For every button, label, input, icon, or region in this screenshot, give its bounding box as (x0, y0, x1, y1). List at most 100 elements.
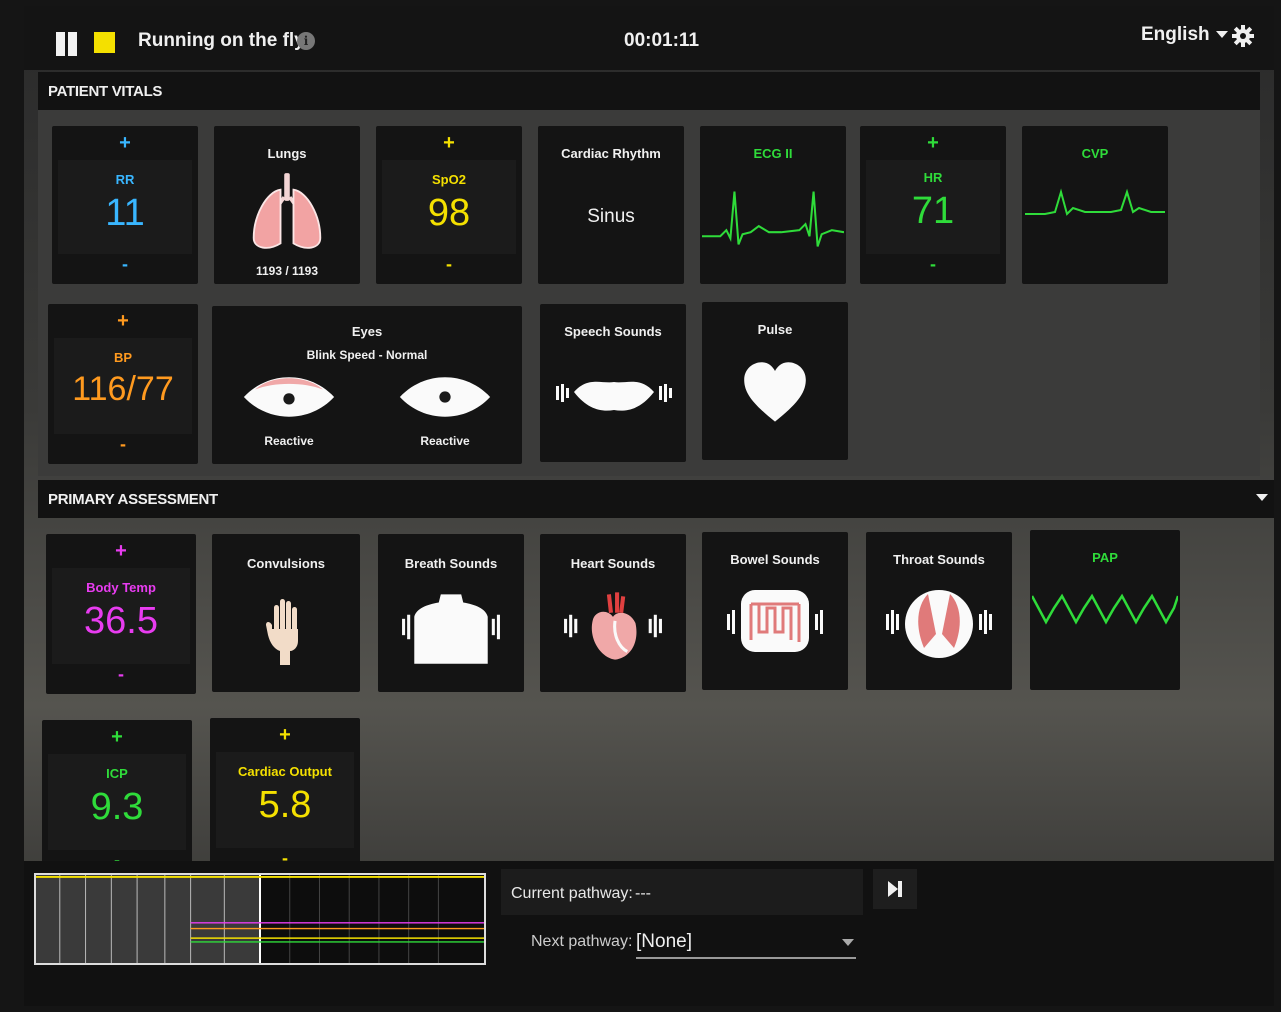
skip-icon (888, 881, 902, 897)
bowel-icon (727, 590, 823, 652)
body-temp-decrease-button[interactable]: - (46, 664, 196, 685)
rr-decrease-button[interactable]: - (52, 254, 198, 275)
ecg-label: ECG II (753, 146, 793, 161)
hr-value: 71 (911, 190, 955, 232)
hr-label: HR (923, 170, 943, 185)
cardiac-rhythm-value: Sinus (587, 206, 635, 227)
primary-assessment-header[interactable]: PRIMARY ASSESSMENT (38, 480, 1274, 518)
heart-icon (744, 362, 806, 422)
heart-sounds-icon (564, 592, 662, 660)
chevron-down-icon[interactable] (1256, 494, 1268, 501)
lungs-label: Lungs (267, 146, 307, 161)
bp-tile[interactable]: + BP 116/77 - (48, 304, 198, 464)
bowel-sounds-label: Bowel Sounds (730, 552, 820, 567)
stop-icon[interactable] (94, 32, 115, 53)
heart-sounds-label: Heart Sounds (570, 556, 656, 571)
throat-sounds-label: Throat Sounds (893, 552, 985, 567)
skip-button[interactable] (873, 869, 917, 909)
heart-sounds-tile[interactable]: Heart Sounds (540, 534, 686, 692)
hand-icon (266, 599, 298, 665)
breath-sounds-label: Breath Sounds (404, 556, 498, 571)
eyes-tile[interactable]: Eyes Blink Speed - Normal Reactive React… (212, 306, 522, 464)
rr-value: 11 (105, 192, 145, 234)
bowel-sounds-tile[interactable]: Bowel Sounds (702, 532, 848, 690)
caret-down-icon (842, 939, 854, 946)
hr-decrease-button[interactable]: - (860, 254, 1006, 275)
ecg-tile[interactable]: ECG II (700, 126, 846, 284)
cardiac-output-label: Cardiac Output (238, 764, 332, 779)
gear-icon[interactable] (1231, 24, 1255, 48)
pulse-label: Pulse (757, 322, 793, 337)
pulse-tile[interactable]: Pulse (702, 302, 848, 460)
throat-sounds-tile[interactable]: Throat Sounds (866, 532, 1012, 690)
convulsions-tile[interactable]: Convulsions (212, 534, 360, 692)
bottom-bar: Current pathway: --- Next pathway: [None… (24, 861, 1274, 1006)
spo2-label: SpO2 (432, 172, 466, 187)
rr-label: RR (115, 172, 135, 187)
eyes-label: Eyes (351, 324, 383, 339)
pap-waveform (1032, 593, 1178, 625)
cardiac-output-value: 5.8 (258, 784, 312, 826)
pause-icon[interactable] (56, 32, 78, 56)
torso-icon (402, 594, 500, 664)
cardiac-rhythm-label: Cardiac Rhythm (561, 146, 661, 161)
cardiac-output-increase-button[interactable]: + (210, 724, 360, 747)
monitor-screen: Running on the fly i 00:01:11 English PA… (24, 6, 1274, 1006)
pap-tile[interactable]: PAP (1030, 530, 1180, 690)
bp-label: BP (113, 350, 133, 365)
body-temp-label: Body Temp (86, 580, 156, 595)
eye-icon (399, 377, 491, 417)
spo2-decrease-button[interactable]: - (376, 254, 522, 275)
info-icon[interactable]: i (297, 32, 315, 50)
icp-value: 9.3 (90, 786, 144, 828)
lungs-icon (252, 173, 322, 249)
cvp-tile[interactable]: CVP (1022, 126, 1168, 284)
next-pathway-value: [None] (636, 931, 692, 952)
blink-speed: Blink Speed - Normal (306, 348, 428, 362)
panel-title: PATIENT VITALS (48, 83, 163, 100)
convulsions-label: Convulsions (246, 556, 325, 571)
cardiac-rhythm-tile[interactable]: Cardiac Rhythm Sinus (538, 126, 684, 284)
body-temp-increase-button[interactable]: + (46, 540, 196, 563)
ecg-waveform (702, 191, 844, 247)
speech-sounds-tile[interactable]: Speech Sounds (540, 304, 686, 462)
cardiac-output-tile[interactable]: + Cardiac Output 5.8 - (210, 718, 360, 878)
timer: 00:01:11 (624, 30, 700, 51)
icp-tile[interactable]: + ICP 9.3 - (42, 720, 192, 880)
panel-title: PRIMARY ASSESSMENT (48, 491, 218, 508)
spo2-tile[interactable]: + SpO2 98 - (376, 126, 522, 284)
bp-value: 116/77 (72, 370, 174, 408)
cvp-waveform (1025, 188, 1165, 216)
hr-tile[interactable]: + HR 71 - (860, 126, 1006, 284)
hr-increase-button[interactable]: + (860, 132, 1006, 155)
rr-tile[interactable]: + RR 11 - (52, 126, 198, 284)
language-label: English (1141, 24, 1210, 45)
spo2-value: 98 (427, 192, 471, 234)
speech-sounds-label: Speech Sounds (564, 324, 662, 339)
language-select[interactable]: English (1141, 24, 1228, 46)
lungs-tile[interactable]: Lungs 1193 / 1193 (214, 126, 360, 284)
throat-icon (886, 590, 992, 658)
top-bar: Running on the fly i 00:01:11 English (24, 6, 1274, 70)
right-eye-status: Reactive (420, 434, 470, 448)
bp-decrease-button[interactable]: - (48, 434, 198, 455)
body-temp-value: 36.5 (84, 600, 158, 642)
patient-vitals-panel: PATIENT VITALS + RR 11 - Lungs 1193 / 11… (38, 72, 1260, 476)
rr-increase-button[interactable]: + (52, 132, 198, 155)
trend-graph[interactable] (34, 873, 486, 965)
body-temp-tile[interactable]: + Body Temp 36.5 - (46, 534, 196, 694)
pap-label: PAP (1092, 550, 1118, 565)
eye-icon (243, 377, 335, 417)
breath-sounds-tile[interactable]: Breath Sounds (378, 534, 524, 692)
mouth-icon (556, 381, 672, 411)
lungs-volume: 1193 / 1193 (255, 264, 319, 278)
primary-assessment-panel: PRIMARY ASSESSMENT + Body Temp 36.5 - Co… (38, 480, 1274, 880)
icp-increase-button[interactable]: + (42, 726, 192, 749)
next-pathway-select[interactable]: [None] (636, 925, 856, 959)
cvp-label: CVP (1081, 146, 1109, 161)
bp-increase-button[interactable]: + (48, 310, 198, 333)
spo2-increase-button[interactable]: + (376, 132, 522, 155)
left-eye-status: Reactive (264, 434, 314, 448)
caret-down-icon (1215, 31, 1228, 39)
current-pathway: Current pathway: --- (501, 869, 863, 915)
